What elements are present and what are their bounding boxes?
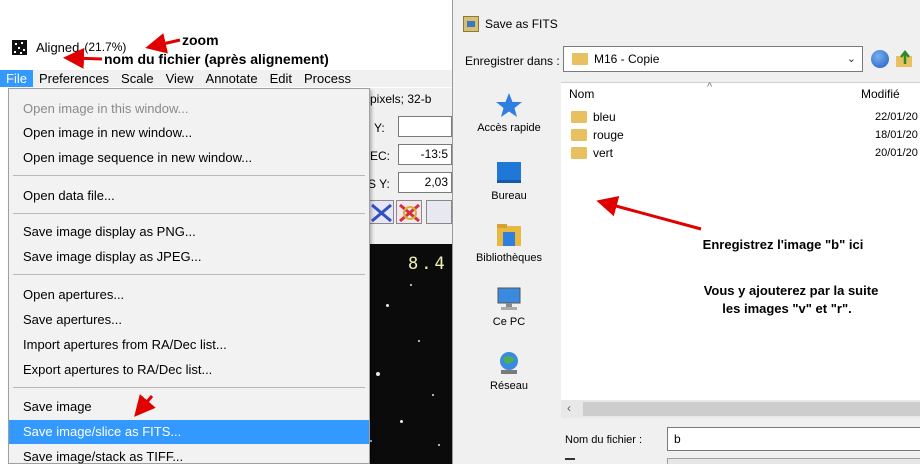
image-info-text: pixels; 32-b — [370, 92, 432, 106]
field-label-dec: EC: — [370, 149, 391, 163]
menu-edit[interactable]: Edit — [264, 70, 298, 87]
folder-icon — [571, 129, 587, 141]
star-icon — [496, 93, 522, 117]
menu-separator — [13, 387, 365, 388]
menu-separator — [13, 274, 365, 275]
file-type-label — [565, 458, 575, 464]
window-title: Aligned — [36, 39, 80, 55]
menu-item-save-stack-tiff[interactable]: Save image/stack as TIFF... — [9, 445, 369, 464]
list-item[interactable]: vert 20/01/20 — [571, 144, 920, 162]
annotation-zoom: zoom — [182, 32, 219, 48]
save-in-combobox[interactable]: M16 - Copie ⌄ — [563, 46, 863, 72]
place-label: Réseau — [490, 380, 528, 392]
menu-scale[interactable]: Scale — [115, 70, 160, 87]
filename-label: Nom du fichier : — [565, 434, 643, 446]
file-menu-dropdown: Open image in this window... Open image … — [8, 88, 370, 464]
filename-input[interactable]: b — [667, 427, 920, 451]
field-dec[interactable]: -13:5 — [398, 144, 452, 165]
file-name: bleu — [593, 110, 616, 124]
java-app-icon — [463, 16, 479, 32]
field-label-sy: S Y: — [368, 177, 390, 191]
image-coordinate-label: 8.4 — [408, 254, 448, 274]
chevron-down-icon: ⌄ — [846, 53, 856, 65]
sort-up-icon: ^ — [707, 81, 713, 93]
menu-annotate[interactable]: Annotate — [200, 70, 264, 87]
horizontal-scrollbar[interactable]: ‹ — [561, 400, 920, 418]
table-icon[interactable] — [426, 200, 452, 224]
menu-item-open-image-sequence[interactable]: Open image sequence in new window... — [9, 146, 369, 170]
place-this-pc[interactable]: Ce PC — [461, 286, 557, 328]
file-name: rouge — [593, 128, 624, 142]
menu-item-open-image-this-window: Open image in this window... — [23, 101, 189, 116]
menu-item-import-apertures[interactable]: Import apertures from RA/Dec list... — [9, 333, 369, 357]
arrow-to-file-name — [63, 47, 103, 69]
menu-separator — [13, 175, 365, 176]
folder-icon — [571, 111, 587, 123]
network-icon — [500, 352, 518, 374]
folder-icon — [572, 53, 588, 65]
column-header-name[interactable]: Nom — [569, 87, 594, 101]
back-icon[interactable] — [871, 50, 889, 68]
menu-item-open-apertures[interactable]: Open apertures... — [9, 283, 369, 307]
annotation-file-name: nom du fichier (après alignement) — [104, 51, 329, 67]
menu-item-save-image[interactable]: Save image — [9, 395, 369, 419]
menu-item-open-image-new-window[interactable]: Open image in new window... — [9, 121, 369, 145]
menu-file[interactable]: File — [0, 70, 33, 87]
dialog-title: Save as FITS — [485, 17, 558, 31]
field-y[interactable] — [398, 116, 452, 137]
menu-item-save-display-png[interactable]: Save image display as PNG... — [9, 220, 369, 244]
list-item[interactable]: rouge 18/01/20 — [571, 126, 920, 144]
place-quick-access[interactable]: Accès rapide — [461, 92, 557, 134]
annotation-add-later-1: Vous y ajouterez par la suite — [703, 283, 879, 298]
save-in-value: M16 - Copie — [594, 52, 660, 66]
menu-item-save-slice-fits[interactable]: Save image/slice as FITS... — [9, 420, 369, 444]
menu-item-save-display-jpeg[interactable]: Save image display as JPEG... — [9, 245, 369, 269]
menu-bar: File Preferences Scale View Annotate Edi… — [0, 70, 452, 87]
aperture-tool-icon[interactable] — [368, 200, 394, 224]
folder-icon — [571, 147, 587, 159]
place-libraries[interactable]: Bibliothèques — [461, 222, 557, 264]
dialog-title-bar: Save as FITS — [463, 14, 558, 34]
desktop-icon — [497, 162, 521, 183]
place-label: Bibliothèques — [475, 252, 543, 264]
scroll-left-icon[interactable]: ‹ — [567, 401, 571, 415]
menu-process[interactable]: Process — [298, 70, 357, 87]
save-in-label: Enregistrer dans : — [465, 54, 560, 68]
place-label: Accès rapide — [477, 122, 541, 134]
places-bar: Accès rapide Bureau Bibliothèques Ce PC … — [461, 82, 557, 464]
astro-image[interactable]: 8.4 — [366, 244, 452, 464]
up-folder-icon[interactable] — [895, 49, 915, 68]
list-item[interactable]: bleu 22/01/20 — [571, 108, 920, 126]
annotation-save-here: Enregistrez l'image "b" ici — [702, 237, 864, 252]
file-type-combobox[interactable] — [667, 458, 920, 464]
imagej-app-icon — [12, 39, 27, 55]
scrollbar-thumb[interactable] — [583, 402, 920, 416]
file-name: vert — [593, 146, 614, 160]
arrow-to-zoom — [145, 33, 181, 54]
libraries-icon — [497, 224, 521, 246]
field-label-y: Y: — [374, 121, 385, 135]
column-header-modified[interactable]: Modifié — [861, 87, 900, 101]
file-list[interactable]: ^ Nom Modifié bleu 22/01/20 rouge 18/01/… — [561, 81, 920, 400]
menu-preferences[interactable]: Preferences — [33, 70, 115, 87]
file-date: 18/01/20 — [875, 129, 918, 141]
field-sy[interactable]: 2,03 — [398, 172, 452, 193]
place-network[interactable]: Réseau — [461, 350, 557, 392]
file-date: 20/01/20 — [875, 147, 918, 159]
computer-icon — [497, 287, 521, 310]
place-desktop[interactable]: Bureau — [461, 160, 557, 202]
place-label: Ce PC — [492, 316, 526, 328]
menu-item-save-apertures[interactable]: Save apertures... — [9, 308, 369, 332]
menu-separator — [13, 213, 365, 214]
place-label: Bureau — [491, 190, 527, 202]
annotation-add-later-2: les images "v" et "r". — [722, 301, 852, 316]
menu-item-open-data-file[interactable]: Open data file... — [9, 184, 369, 208]
imagej-window: Aligned (21.7%) zoom nom du fichier (apr… — [0, 0, 452, 464]
clear-apertures-icon[interactable] — [396, 200, 422, 224]
menu-view[interactable]: View — [160, 70, 200, 87]
file-date: 22/01/20 — [875, 111, 918, 123]
menu-item-export-apertures[interactable]: Export apertures to RA/Dec list... — [9, 358, 369, 382]
save-as-fits-dialog: Save as FITS Enregistrer dans : M16 - Co… — [452, 0, 920, 464]
